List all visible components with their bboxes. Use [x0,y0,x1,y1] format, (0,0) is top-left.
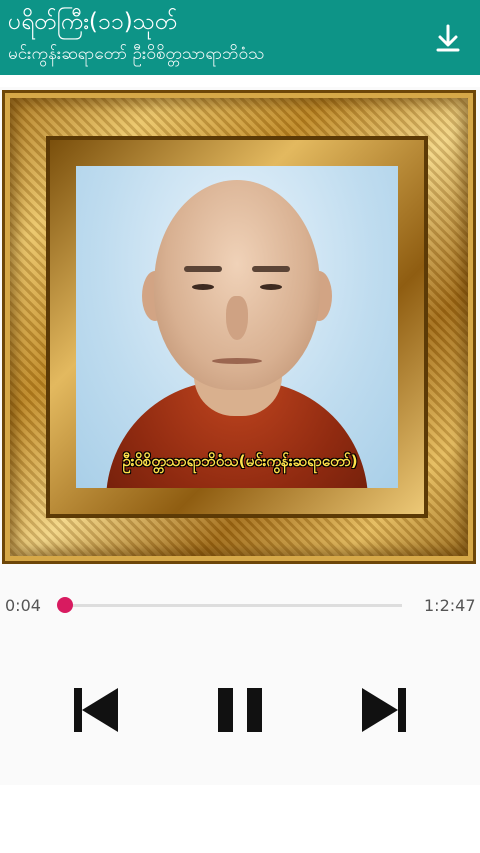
download-icon[interactable] [430,20,466,56]
portrait-caption: ဦးဝိစိတ္တသာရာဘိဝံသ(မင်းကွန်းဆရာတော်) [122,452,358,470]
audio-player: 0:04 1:2:47 [0,567,480,785]
skip-next-icon [362,688,406,732]
skip-previous-button[interactable] [70,684,122,736]
pause-button[interactable] [214,684,266,736]
monk-portrait: ဦးဝိစိတ္တသာရာဘိဝံသ(မင်းကွန်းဆရာတော်) [76,166,398,488]
frame-inner: ဦးဝိစိတ္တသာရာဘိဝံသ(မင်းကွန်းဆရာတော်) [50,140,424,514]
skip-previous-icon [74,688,118,732]
gold-frame: ဦးဝိစိတ္တသာရာဘိဝံသ(မင်းကွန်းဆရာတော်) [2,90,476,564]
total-time: 1:2:47 [424,596,476,615]
page-subtitle: မင်းကွန်းဆရာတော် ဦးဝိစိတ္တသာရာဘိဝံသ [8,44,265,64]
skip-next-button[interactable] [358,684,410,736]
album-artwork: ဦးဝိစိတ္တသာရာဘိဝံသ(မင်းကွန်းဆရာတော်) [0,87,480,567]
page-title: ပရိတ်ကြီး(၁၁)သုတ် [8,9,178,35]
seek-bar[interactable] [62,604,402,607]
current-time: 0:04 [5,596,41,615]
app-bar: ပရိတ်ကြီး(၁၁)သုတ် မင်းကွန်းဆရာတော် ဦးဝိစ… [0,0,480,75]
seek-thumb[interactable] [57,597,74,613]
pause-icon [218,688,262,732]
